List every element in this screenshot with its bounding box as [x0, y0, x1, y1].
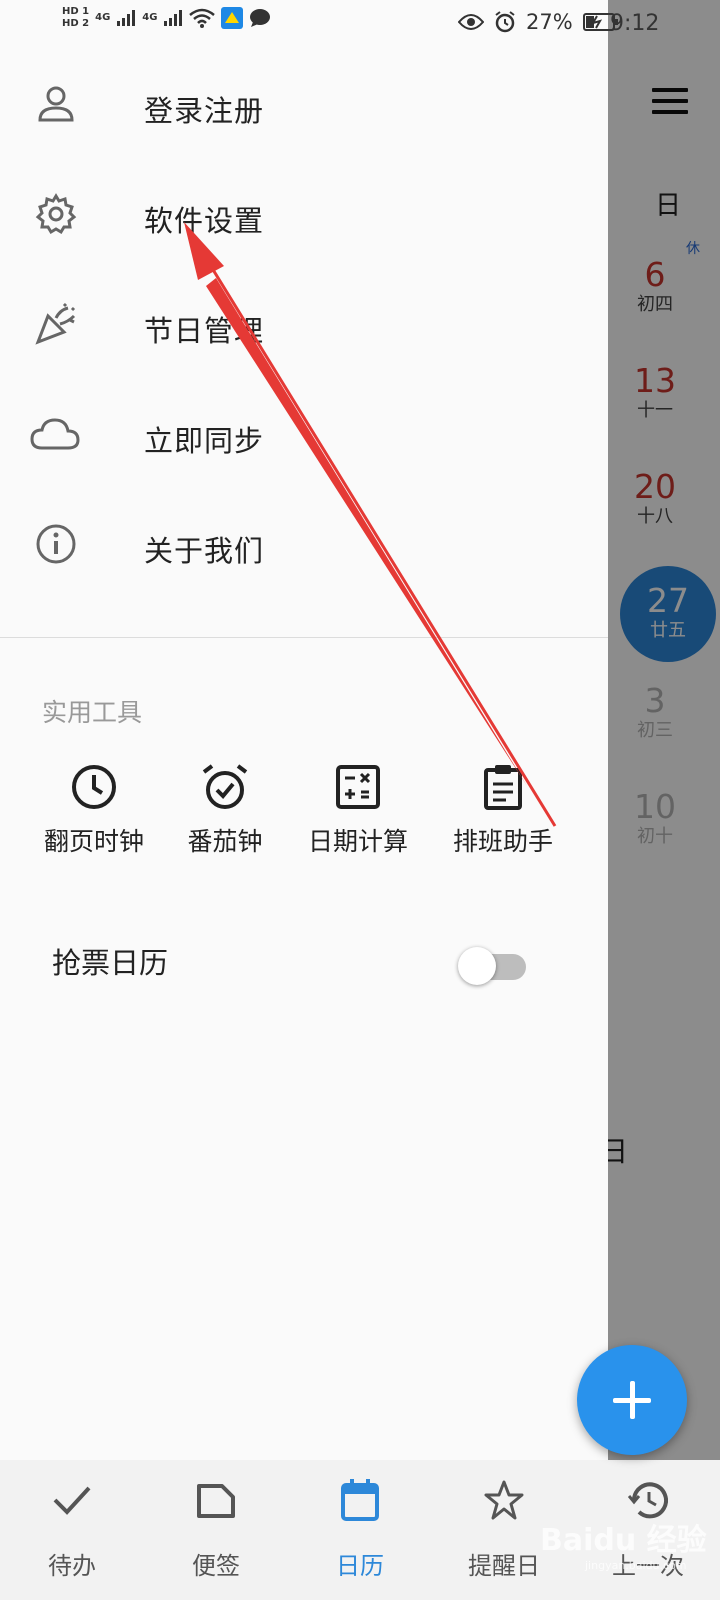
info-icon	[36, 524, 76, 564]
signal-icon	[117, 10, 136, 26]
signal-icon	[164, 10, 183, 26]
drawer-item-label: 软件设置	[144, 204, 265, 238]
tab-calendar[interactable]: 日历	[288, 1460, 432, 1600]
baidu-watermark-logo: Baidu 经验 jingyan.baidu.com	[540, 1523, 707, 1572]
tab-notes[interactable]: 便签	[144, 1460, 288, 1600]
battery-percent: 27%	[526, 10, 573, 34]
eye-icon	[458, 14, 484, 30]
star-icon	[484, 1480, 524, 1520]
app-notification-icon	[221, 7, 244, 29]
toggle-knob	[458, 947, 496, 985]
calculator-icon	[336, 765, 380, 809]
add-event-button[interactable]	[577, 1345, 687, 1455]
drawer-item-label: 关于我们	[144, 534, 265, 568]
tool-flip-clock[interactable]: 翻页时钟	[24, 762, 164, 858]
ticket-calendar-toggle[interactable]	[458, 942, 530, 985]
tab-todo[interactable]: 待办	[0, 1460, 144, 1600]
drawer-item-label: 登录注册	[144, 94, 265, 128]
signal-4g-label: 4G	[95, 12, 111, 23]
signal-4g-label-2: 4G	[142, 12, 158, 23]
wifi-icon	[189, 8, 216, 28]
drawer-item-login[interactable]: 登录注册	[0, 62, 608, 152]
calendar-icon	[341, 1479, 379, 1521]
drawer-item-settings[interactable]: 软件设置	[0, 172, 608, 262]
tool-shift-helper[interactable]: 排班助手	[433, 762, 573, 858]
tool-pomodoro[interactable]: 番茄钟	[155, 762, 295, 858]
cloud-icon	[30, 418, 80, 450]
alarm-check-icon	[202, 764, 248, 809]
ticket-calendar-label: 抢票日历	[52, 946, 169, 980]
alarm-icon	[495, 11, 515, 33]
drawer-item-holidays[interactable]: 节日管理	[0, 282, 608, 372]
note-icon	[197, 1484, 235, 1518]
tool-date-calc[interactable]: 日期计算	[288, 762, 428, 858]
divider	[0, 637, 608, 638]
gear-icon	[35, 193, 77, 235]
party-popper-icon	[35, 302, 76, 345]
drawer-item-sync[interactable]: 立即同步	[0, 392, 608, 482]
status-bar: HD 1 HD 2 4G 4G 27% 9:12	[0, 0, 720, 50]
chat-bubble-icon	[250, 9, 271, 27]
clipboard-icon	[484, 765, 522, 810]
tools-section-title: 实用工具	[42, 698, 143, 727]
clock: 9:12	[610, 11, 660, 36]
check-icon	[53, 1486, 91, 1515]
hd-indicator: HD 1 HD 2	[62, 6, 90, 29]
user-icon	[38, 86, 74, 122]
drawer-item-label: 节日管理	[144, 314, 265, 348]
navigation-drawer: 登录注册 软件设置 节日管理 立即同步 关于我们 实用工具 翻页时钟 番茄钟 日…	[0, 0, 608, 1460]
drawer-item-label: 立即同步	[144, 424, 265, 458]
clock-icon	[72, 765, 116, 809]
drawer-item-about[interactable]: 关于我们	[0, 502, 608, 592]
